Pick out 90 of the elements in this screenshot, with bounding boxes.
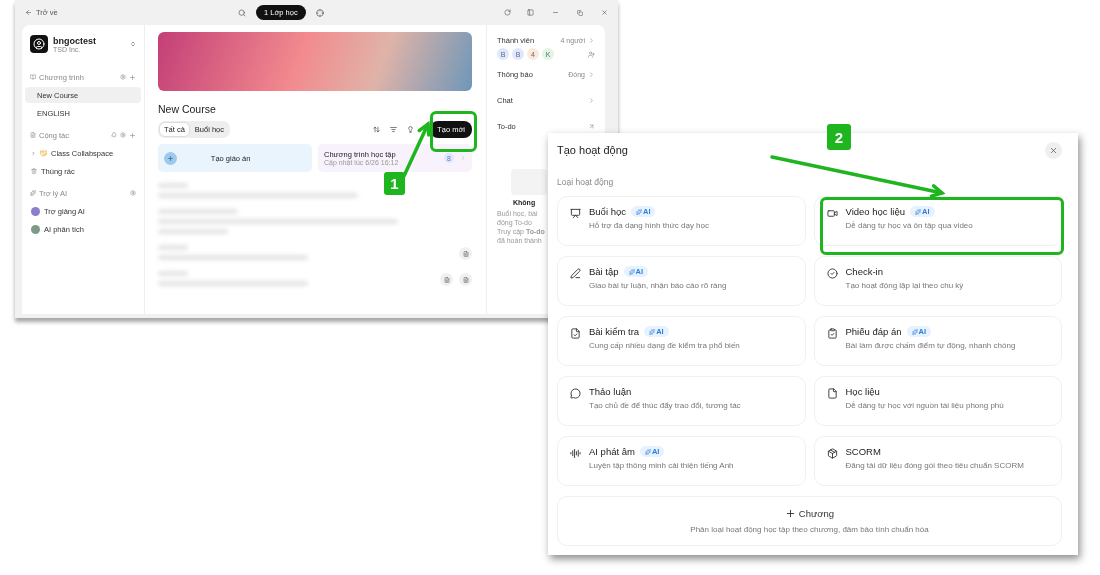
activity-description: Dễ dàng tự học với nguồn tài liệu phong phú xyxy=(845,401,1004,410)
activity-title: Thảo luận xyxy=(589,386,632,397)
activity-card[interactable]: Học liệu Dễ dàng tự học với nguồn tài liệu phong phú xyxy=(813,376,1062,426)
document-button[interactable] xyxy=(459,247,472,260)
activity-title: Check-in xyxy=(845,266,883,277)
activity-description: Hỗ trợ đa dạng hình thức dạy học xyxy=(589,221,709,230)
pen-icon xyxy=(570,268,581,279)
activity-title: SCORM xyxy=(845,446,881,457)
sparkle-icon xyxy=(636,208,642,215)
minimize-icon[interactable] xyxy=(552,9,559,16)
file-check-icon xyxy=(570,328,581,339)
document-icon xyxy=(443,276,450,283)
add-chapter-card[interactable]: Chương Phân loại hoạt động học tập theo chương, đảm bảo tính chuẩn hóa xyxy=(557,496,1062,546)
chapter-description: Phân loại hoạt động học tập theo chương, đảm bảo tính chuẩn hóa xyxy=(690,525,929,534)
filter-icon[interactable] xyxy=(390,126,398,133)
sparkle-icon xyxy=(644,448,651,455)
sparkle-icon xyxy=(911,328,918,335)
sidebar-toggle-icon[interactable] xyxy=(527,9,534,16)
step-number: 2 xyxy=(827,124,851,150)
plus-icon[interactable] xyxy=(129,73,136,81)
add-chapter-label: Chương xyxy=(784,508,835,519)
activity-description: Giao bài tự luận, nhận báo cáo rõ ràng xyxy=(589,281,727,290)
clipboard-check-icon xyxy=(826,328,838,339)
step-number: 1 xyxy=(384,172,405,195)
lightbulb-icon[interactable] xyxy=(407,126,415,133)
close-icon[interactable] xyxy=(601,9,608,16)
restore-icon[interactable] xyxy=(577,9,583,16)
activity-description: Luyện tập thông minh cải thiện tiếng Anh xyxy=(589,461,734,470)
chevron-icon xyxy=(588,96,595,104)
sparkle-icon xyxy=(628,268,635,275)
chat-bubble-icon xyxy=(570,388,581,399)
presentation-icon xyxy=(570,208,581,219)
video-icon xyxy=(826,208,838,219)
search-icon[interactable] xyxy=(238,8,246,17)
course-title: New Course xyxy=(158,103,217,115)
plus-icon[interactable] xyxy=(129,131,136,139)
activity-title: Bài tập xyxy=(589,266,619,277)
back-arrow-icon xyxy=(25,9,32,16)
settings-icon[interactable] xyxy=(120,74,126,80)
highlight-frame xyxy=(430,111,477,152)
activity-title: Bài kiểm tra xyxy=(589,326,640,337)
activity-description: Tạo chủ đề để thúc đẩy trao đổi, tương tác xyxy=(589,401,741,410)
arrow xyxy=(402,120,431,178)
add-user-icon[interactable] xyxy=(588,50,595,58)
audio-wave-icon xyxy=(570,448,581,459)
refresh-icon[interactable] xyxy=(504,9,511,16)
section-label: Loại hoạt động xyxy=(557,177,615,187)
chevron-icon xyxy=(460,155,466,161)
switch-icon[interactable] xyxy=(130,41,136,47)
activity-description: Tạo hoạt động lặp lại theo chu kỳ xyxy=(845,281,964,290)
handshake-icon xyxy=(40,149,47,157)
document-button[interactable] xyxy=(440,273,453,286)
document-icon xyxy=(30,132,36,138)
document-button[interactable] xyxy=(459,273,472,286)
chevron-icon[interactable] xyxy=(31,150,36,156)
workspace-name: bngoctest xyxy=(53,35,96,46)
chevron-icon xyxy=(588,70,595,78)
sort-icon[interactable] xyxy=(373,126,381,133)
activity-title: AI phát âm xyxy=(589,446,635,457)
sparkle-icon xyxy=(649,328,656,335)
activity-description: Dễ dàng tự học và ôn tập qua video xyxy=(845,221,973,230)
sparkle-icon xyxy=(30,190,36,196)
trash-icon xyxy=(31,168,37,174)
activity-card[interactable]: Thảo luận Tạo chủ đề để thúc đẩy trao đổi, tương tác xyxy=(557,376,806,426)
document-icon xyxy=(462,250,469,257)
target-icon[interactable] xyxy=(315,8,324,17)
plus-icon xyxy=(784,508,796,519)
activity-title: Video học liệu xyxy=(845,206,905,217)
package-icon xyxy=(826,448,838,459)
activity-title: Học liệu xyxy=(845,386,880,397)
activity-card[interactable]: Check-in Tạo hoạt động lặp lại theo chu kỳ xyxy=(813,256,1062,306)
file-icon xyxy=(826,388,838,399)
chevron-icon xyxy=(588,36,595,44)
activity-title: Buổi học xyxy=(589,206,626,217)
activity-description: Bài làm được chấm điểm tự động, nhanh chóng xyxy=(845,341,1016,350)
book-icon xyxy=(30,74,36,80)
arrow-up-right-icon xyxy=(588,122,595,130)
document-icon xyxy=(462,276,469,283)
close-button[interactable] xyxy=(1045,141,1062,159)
settings-icon[interactable] xyxy=(120,132,126,138)
bell-icon[interactable] xyxy=(111,132,117,138)
activity-description: Đăng tải dữ liệu đóng gói theo tiêu chuẩn SCORM xyxy=(845,461,1024,470)
check-circle-icon xyxy=(826,268,838,279)
activity-card[interactable]: SCORM Đăng tải dữ liệu đóng gói theo tiêu chuẩn SCORM xyxy=(813,436,1062,486)
dialog-title: Tạo hoạt động xyxy=(557,144,628,156)
activity-title: Phiếu đáp án xyxy=(845,326,902,337)
close-icon xyxy=(1049,145,1058,155)
activity-description: Cung cấp nhiều dạng đề kiểm tra phổ biến xyxy=(589,341,740,350)
settings-icon[interactable] xyxy=(130,190,136,196)
sparkle-icon xyxy=(915,208,921,215)
